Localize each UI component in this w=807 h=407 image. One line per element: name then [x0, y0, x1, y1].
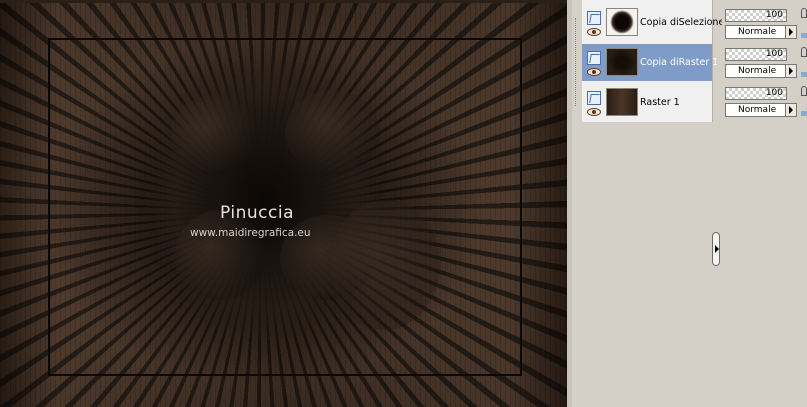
layer-properties-row: 100 Normale	[725, 43, 807, 80]
layer-thumbnail	[606, 8, 638, 36]
layer-type-icon[interactable]	[587, 51, 601, 65]
link-icon[interactable]	[801, 33, 807, 38]
blend-mode-value: Normale	[738, 66, 777, 76]
layers-palette: Copia diSelezione Copia diRaster 1 Raste…	[572, 0, 724, 407]
dropdown-arrow-icon[interactable]	[785, 65, 796, 77]
opacity-slider[interactable]: 100	[725, 87, 787, 100]
opacity-slider[interactable]: 100	[725, 48, 787, 61]
lock-transparency-icon[interactable]	[801, 86, 807, 96]
layer-name[interactable]: Raster 1	[640, 97, 680, 108]
opacity-value: 100	[765, 10, 783, 20]
blend-mode-select[interactable]: Normale	[725, 25, 797, 39]
blend-mode-value: Normale	[738, 27, 777, 37]
lock-transparency-icon[interactable]	[801, 8, 807, 18]
layer-row-raster-1[interactable]: Raster 1	[582, 84, 712, 121]
layer-row-copia-diraster-1[interactable]: Copia diRaster 1	[582, 44, 718, 81]
opacity-value: 100	[765, 49, 783, 59]
canvas-top-edge	[0, 0, 567, 3]
link-icon[interactable]	[801, 111, 807, 116]
layer-name[interactable]: Copia diSelezione	[640, 17, 724, 28]
layer-properties-column: 100 Normale 100 Normale 100 Normale	[722, 0, 807, 407]
layer-properties-row: 100 Normale	[725, 4, 807, 41]
expand-palette-button[interactable]	[712, 232, 720, 266]
blend-mode-select[interactable]: Normale	[725, 103, 797, 117]
blend-mode-value: Normale	[738, 105, 777, 115]
dropdown-arrow-icon[interactable]	[785, 104, 796, 116]
layers-list: Copia diSelezione Copia diRaster 1 Raste…	[582, 0, 724, 122]
opacity-value: 100	[765, 88, 783, 98]
dropdown-arrow-icon[interactable]	[785, 26, 796, 38]
layer-properties-row: 100 Normale	[725, 82, 807, 119]
visibility-eye-icon[interactable]	[587, 108, 601, 116]
visibility-eye-icon[interactable]	[587, 28, 601, 36]
layer-type-icon[interactable]	[587, 11, 601, 25]
blend-mode-select[interactable]: Normale	[725, 64, 797, 78]
tree-connector	[575, 18, 576, 106]
layer-name[interactable]: Copia diRaster 1	[640, 57, 718, 68]
lock-transparency-icon[interactable]	[801, 47, 807, 57]
layer-row-copia-diselezione[interactable]: Copia diSelezione	[582, 4, 724, 41]
link-icon[interactable]	[801, 72, 807, 77]
layer-type-icon[interactable]	[587, 91, 601, 105]
visibility-eye-icon[interactable]	[587, 68, 601, 76]
watermark-name: Pinuccia	[220, 203, 294, 223]
watermark-url: www.maidiregrafica.eu	[190, 227, 311, 239]
layer-thumbnail	[606, 88, 638, 116]
opacity-slider[interactable]: 100	[725, 9, 787, 22]
layer-thumbnail	[606, 48, 638, 76]
image-canvas[interactable]: Pinuccia www.maidiregrafica.eu	[0, 0, 567, 407]
